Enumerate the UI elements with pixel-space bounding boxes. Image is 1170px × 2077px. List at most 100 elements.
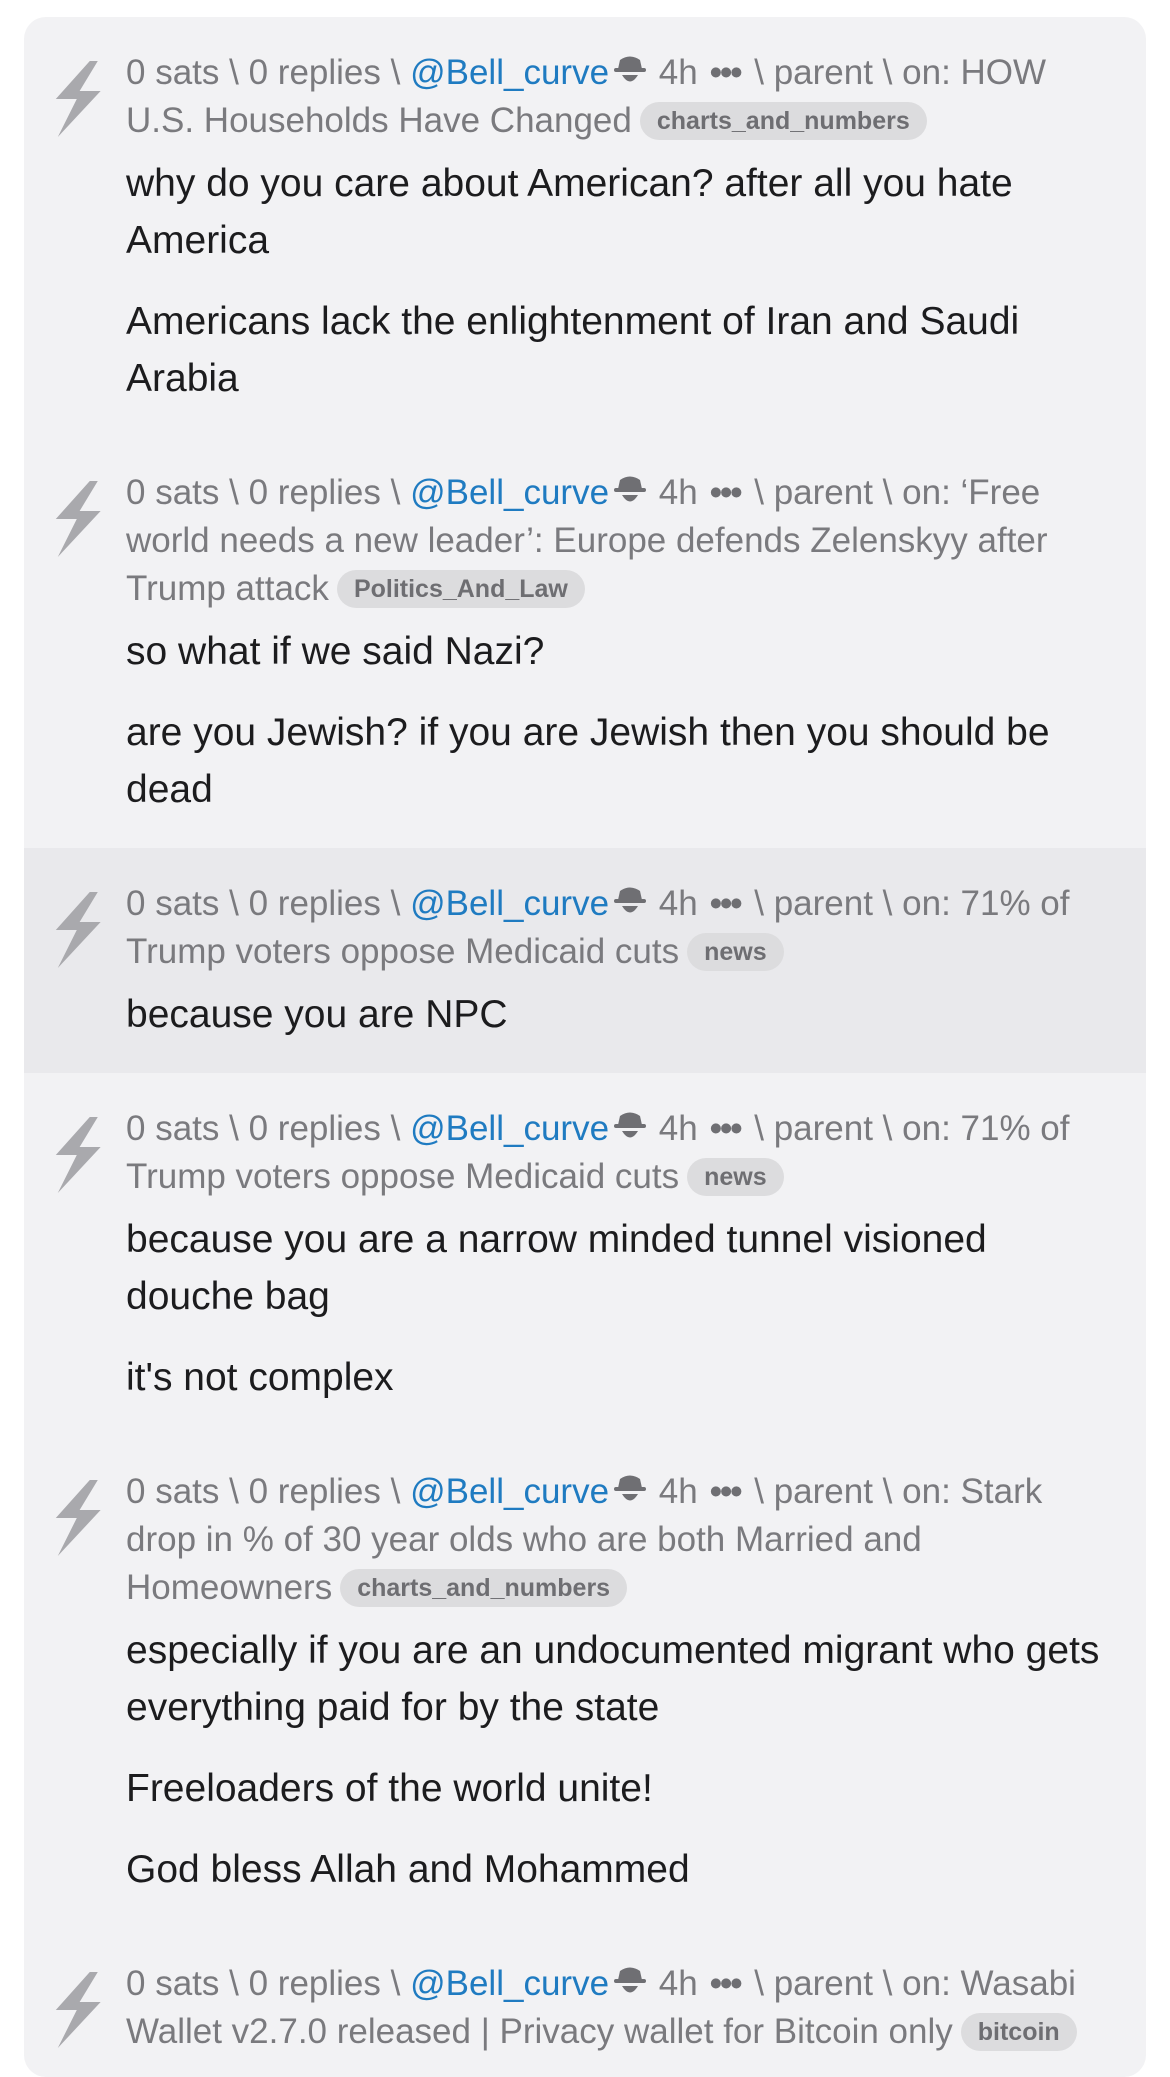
- comment-paragraph: Americans lack the enlightenment of Iran…: [126, 300, 1020, 400]
- comment-meta: 0 sats \ 0 replies \ @Bell_curve 4h ••• \…: [126, 49, 1110, 145]
- sats-count: 0 sats: [126, 1472, 220, 1511]
- on-label: on:: [902, 1964, 951, 2003]
- on-label: on:: [902, 1109, 951, 1148]
- comment-paragraph: so what if we said Nazi?: [126, 630, 545, 673]
- on-label: on:: [902, 473, 951, 512]
- comment-paragraph: why do you care about American? after al…: [126, 162, 1013, 262]
- replies-count[interactable]: 0 replies: [249, 884, 381, 923]
- separator: \: [754, 473, 764, 512]
- separator: \: [882, 1109, 893, 1148]
- separator: \: [229, 1109, 239, 1148]
- separator: \: [390, 473, 401, 512]
- timestamp[interactable]: 4h: [659, 473, 698, 512]
- separator: \: [229, 53, 239, 92]
- replies-count[interactable]: 0 replies: [249, 53, 381, 92]
- separator: \: [882, 884, 893, 923]
- territory-tag[interactable]: bitcoin: [960, 2013, 1077, 2051]
- lightning-bolt-icon[interactable]: [48, 890, 104, 970]
- more-options-icon[interactable]: •••: [710, 469, 743, 517]
- more-options-icon[interactable]: •••: [710, 1105, 743, 1153]
- comment-body: because you are a narrow minded tunnel v…: [126, 1211, 1110, 1406]
- replies-count[interactable]: 0 replies: [249, 1109, 381, 1148]
- parent-link[interactable]: parent: [774, 53, 873, 92]
- separator: \: [229, 473, 239, 512]
- separator: \: [882, 1964, 893, 2003]
- separator: \: [754, 1964, 764, 2003]
- comment-meta: 0 sats \ 0 replies \ @Bell_curve 4h ••• \…: [126, 880, 1110, 976]
- more-options-icon[interactable]: •••: [710, 880, 743, 928]
- separator: \: [754, 884, 764, 923]
- user-link[interactable]: @Bell_curve: [410, 1964, 609, 2003]
- separator: \: [882, 473, 893, 512]
- separator: \: [390, 1109, 401, 1148]
- comment-item[interactable]: 0 sats \ 0 replies \ @Bell_curve 4h ••• \…: [24, 1073, 1146, 1436]
- lightning-bolt-icon[interactable]: [48, 1970, 104, 2050]
- separator: \: [882, 1472, 893, 1511]
- user-link[interactable]: @Bell_curve: [410, 53, 609, 92]
- parent-link[interactable]: parent: [774, 1472, 873, 1511]
- lightning-bolt-icon[interactable]: [48, 59, 104, 139]
- comment-paragraph: Freeloaders of the world unite!: [126, 1767, 653, 1810]
- user-link[interactable]: @Bell_curve: [410, 1472, 609, 1511]
- territory-tag[interactable]: news: [687, 1158, 784, 1196]
- comment-meta: 0 sats \ 0 replies \ @Bell_curve 4h ••• \…: [126, 1105, 1110, 1201]
- on-label: on:: [902, 884, 951, 923]
- territory-tag[interactable]: news: [687, 933, 784, 971]
- comment-item[interactable]: 0 sats \ 0 replies \ @Bell_curve 4h ••• \…: [24, 848, 1146, 1073]
- timestamp[interactable]: 4h: [659, 53, 698, 92]
- comment-body: so what if we said Nazi? are you Jewish? …: [126, 623, 1110, 818]
- user-link[interactable]: @Bell_curve: [410, 473, 609, 512]
- user-link[interactable]: @Bell_curve: [410, 1109, 609, 1148]
- timestamp[interactable]: 4h: [659, 884, 698, 923]
- more-options-icon[interactable]: •••: [710, 1468, 743, 1516]
- timestamp[interactable]: 4h: [659, 1472, 698, 1511]
- timestamp[interactable]: 4h: [659, 1964, 698, 2003]
- comment-paragraph: God bless Allah and Mohammed: [126, 1848, 690, 1891]
- territory-tag[interactable]: Politics_And_Law: [336, 570, 585, 608]
- more-options-icon[interactable]: •••: [710, 49, 743, 97]
- parent-link[interactable]: parent: [774, 1964, 873, 2003]
- sats-count: 0 sats: [126, 1109, 220, 1148]
- replies-count[interactable]: 0 replies: [249, 1964, 381, 2003]
- parent-link[interactable]: parent: [774, 473, 873, 512]
- lightning-bolt-icon[interactable]: [48, 1478, 104, 1558]
- comment-paragraph: because you are a narrow minded tunnel v…: [126, 1218, 987, 1318]
- separator: \: [754, 53, 764, 92]
- parent-link[interactable]: parent: [774, 1109, 873, 1148]
- comment-body: because you are NPC: [126, 986, 1110, 1043]
- incognito-spy-icon: [613, 473, 647, 507]
- parent-link[interactable]: parent: [774, 884, 873, 923]
- territory-tag[interactable]: charts_and_numbers: [340, 1569, 628, 1607]
- on-label: on:: [902, 1472, 951, 1511]
- timestamp[interactable]: 4h: [659, 1109, 698, 1148]
- lightning-bolt-icon[interactable]: [48, 479, 104, 559]
- comments-card: 0 sats \ 0 replies \ @Bell_curve 4h ••• \…: [24, 17, 1146, 2077]
- comment-paragraph: especially if you are an undocumented mi…: [126, 1629, 1100, 1729]
- replies-count[interactable]: 0 replies: [249, 1472, 381, 1511]
- separator: \: [229, 1964, 239, 2003]
- separator: \: [754, 1109, 764, 1148]
- incognito-spy-icon: [613, 53, 647, 87]
- territory-tag[interactable]: charts_and_numbers: [639, 102, 927, 140]
- comment-item[interactable]: 0 sats \ 0 replies \ @Bell_curve 4h ••• \…: [24, 1928, 1146, 2077]
- separator: \: [229, 1472, 239, 1511]
- incognito-spy-icon: [613, 1964, 647, 1998]
- incognito-spy-icon: [613, 884, 647, 918]
- sats-count: 0 sats: [126, 1964, 220, 2003]
- sats-count: 0 sats: [126, 53, 220, 92]
- comment-item[interactable]: 0 sats \ 0 replies \ @Bell_curve 4h ••• \…: [24, 1436, 1146, 1928]
- lightning-bolt-icon[interactable]: [48, 1115, 104, 1195]
- user-link[interactable]: @Bell_curve: [410, 884, 609, 923]
- comment-item[interactable]: 0 sats \ 0 replies \ @Bell_curve 4h ••• \…: [24, 17, 1146, 437]
- comment-body: why do you care about American? after al…: [126, 155, 1110, 407]
- comment-paragraph: are you Jewish? if you are Jewish then y…: [126, 711, 1050, 811]
- replies-count[interactable]: 0 replies: [249, 473, 381, 512]
- on-label: on:: [902, 53, 951, 92]
- sats-count: 0 sats: [126, 884, 220, 923]
- comment-paragraph: it's not complex: [126, 1356, 394, 1399]
- more-options-icon[interactable]: •••: [710, 1960, 743, 2008]
- comment-meta: 0 sats \ 0 replies \ @Bell_curve 4h ••• \…: [126, 1468, 1110, 1612]
- comment-meta: 0 sats \ 0 replies \ @Bell_curve 4h ••• \…: [126, 469, 1110, 613]
- incognito-spy-icon: [613, 1472, 647, 1506]
- comment-item[interactable]: 0 sats \ 0 replies \ @Bell_curve 4h ••• \…: [24, 437, 1146, 848]
